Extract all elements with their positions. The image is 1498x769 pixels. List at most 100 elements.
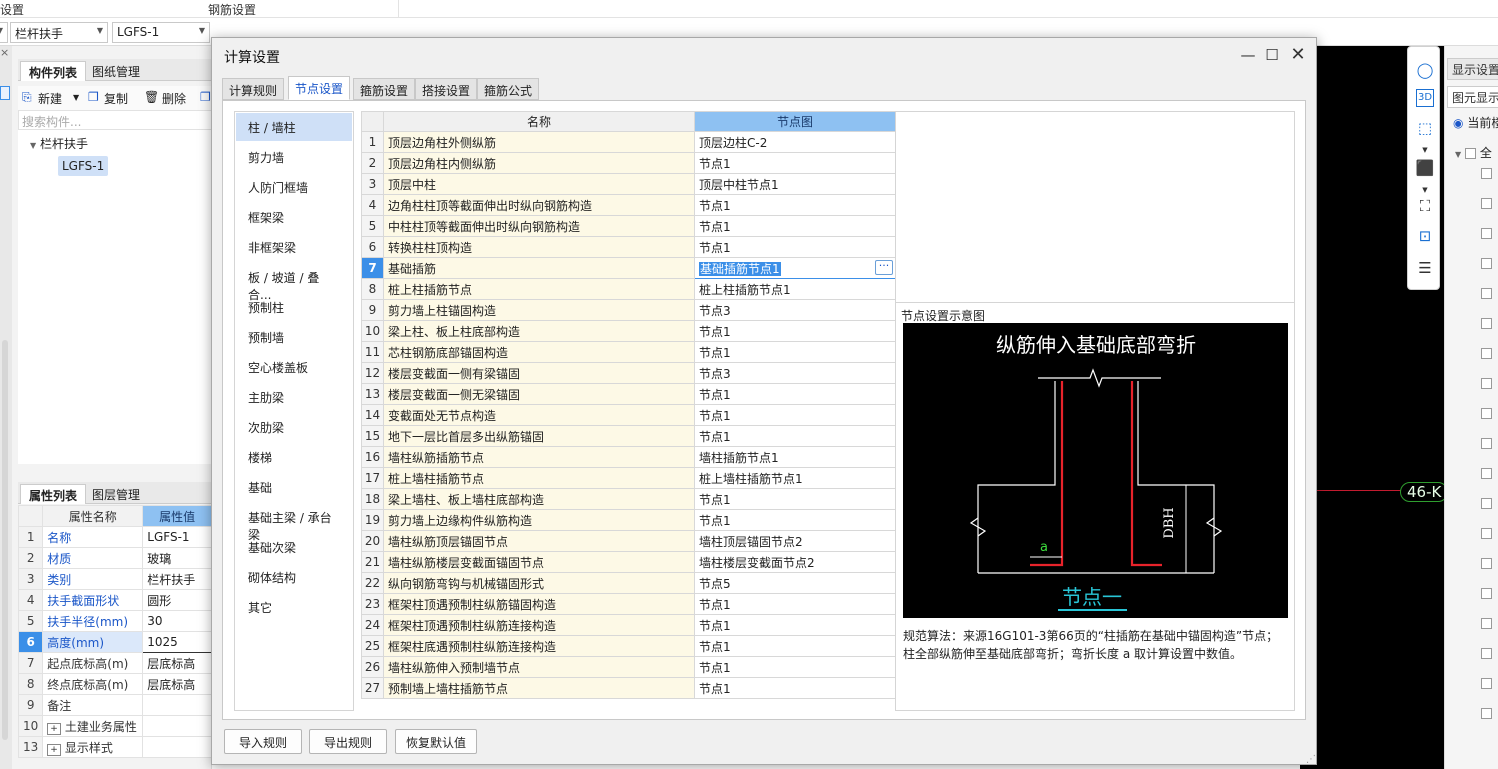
layer-checkbox[interactable] (1481, 378, 1492, 389)
node-diagram-value[interactable]: 节点1 (694, 425, 896, 447)
category-item[interactable]: 人防门框墙 (236, 173, 352, 201)
cube-solid-icon[interactable]: ⬛ (1414, 157, 1436, 179)
property-row[interactable]: 1 名称 LGFS-1 (17, 526, 212, 548)
property-value[interactable]: 玻璃 (142, 547, 212, 569)
tree-root-all[interactable]: ▼ 全 (1455, 144, 1492, 161)
node-diagram-value[interactable]: 节点1 (694, 635, 896, 657)
property-value[interactable]: 圆形 (142, 589, 212, 611)
ellipsis-button[interactable]: ··· (875, 260, 893, 275)
node-diagram-value[interactable]: 节点1 (694, 341, 896, 363)
grid-row[interactable]: 11 芯柱钢筋底部锚固构造 节点1 (361, 341, 896, 363)
layer-checkbox[interactable] (1481, 588, 1492, 599)
node-diagram-value[interactable]: 墙柱顶层锚固节点2 (694, 530, 896, 552)
category-item[interactable]: 基础次梁 (236, 533, 352, 561)
layer-checkbox[interactable] (1481, 318, 1492, 329)
grid-row[interactable]: 9 剪力墙上柱锚固构造 节点3 (361, 299, 896, 321)
layer-checkbox[interactable] (1481, 258, 1492, 269)
layer-checkbox[interactable] (1481, 408, 1492, 419)
category-item[interactable]: 基础 (236, 473, 352, 501)
property-row[interactable]: 8 终点底标高(m) 层底标高 (17, 673, 212, 695)
node-diagram-value[interactable]: 节点1 (694, 320, 896, 342)
tab-display-settings[interactable]: 显示设置 (1447, 58, 1498, 80)
node-value-editor[interactable]: 基础插筋节点1 (699, 261, 781, 276)
property-row[interactable]: 7 起点底标高(m) 层底标高 (17, 652, 212, 674)
property-row[interactable]: 9 备注 (17, 694, 212, 716)
left-scrollbar[interactable] (2, 340, 8, 740)
property-row[interactable]: 2 材质 玻璃 (17, 547, 212, 569)
new-button[interactable]: 新建 (38, 90, 62, 107)
layer-checkbox[interactable] (1481, 558, 1492, 569)
layer-checkbox[interactable] (1481, 678, 1492, 689)
expand-plus-icon[interactable]: + (47, 722, 61, 735)
node-diagram-value[interactable]: 节点1 (694, 509, 896, 531)
component-name-combo[interactable]: LGFS-1 ▼ (112, 22, 210, 43)
property-group[interactable]: + 土建业务属性 (42, 715, 144, 737)
layer-checkbox[interactable] (1481, 288, 1492, 299)
grid-row[interactable]: 4 边角柱柱顶等截面伸出时纵向钢筋构造 节点1 (361, 194, 896, 216)
grid-row[interactable]: 2 顶层边角柱内侧纵筋 节点1 (361, 152, 896, 174)
grid-row[interactable]: 17 桩上墙柱插筋节点 桩上墙柱插筋节点1 (361, 467, 896, 489)
layer-checkbox[interactable] (1481, 438, 1492, 449)
tab-calc-rules[interactable]: 计算规则 (222, 78, 285, 100)
node-diagram-value[interactable]: 节点1 (694, 614, 896, 636)
category-item[interactable]: 主肋梁 (236, 383, 352, 411)
current-floor-radio[interactable]: ◉ 当前楼 (1453, 114, 1498, 131)
node-diagram-value[interactable]: 顶层边柱C-2 (694, 131, 896, 153)
node-diagram-value[interactable]: 节点1 (694, 215, 896, 237)
grid-row[interactable]: 23 框架柱顶遇预制柱纵筋锚固构造 节点1 (361, 593, 896, 615)
orbit-icon[interactable]: ◯ (1414, 59, 1436, 81)
node-diagram-value[interactable]: 节点5 (694, 572, 896, 594)
close-icon[interactable]: × (0, 46, 9, 59)
category-item[interactable]: 基础主梁 / 承台梁 (236, 503, 352, 542)
grid-row-selected[interactable]: 7 基础插筋 基础插筋节点1 ··· (361, 257, 896, 279)
property-value[interactable]: 栏杆扶手 (142, 568, 212, 590)
property-row-selected[interactable]: 6 高度(mm) 1025 (17, 631, 212, 653)
property-value-editor[interactable]: 1025 (142, 631, 212, 653)
node-diagram-value[interactable]: 节点1 (694, 488, 896, 510)
node-diagram-value[interactable]: 墙柱插筋节点1 (694, 446, 896, 468)
node-diagram-value[interactable]: 桩上柱插筋节点1 (694, 278, 896, 300)
category-item[interactable]: 预制柱 (236, 293, 352, 321)
node-diagram-value[interactable]: 顶层中柱节点1 (694, 173, 896, 195)
layer-checkbox[interactable] (1481, 348, 1492, 359)
property-value[interactable] (142, 694, 212, 716)
grid-row[interactable]: 14 变截面处无节点构造 节点1 (361, 404, 896, 426)
node-diagram-value[interactable]: 墙柱楼层变截面节点2 (694, 551, 896, 573)
node-diagram-value[interactable]: 节点1 (694, 194, 896, 216)
grid-row[interactable]: 22 纵向钢筋弯钩与机械锚固形式 节点5 (361, 572, 896, 594)
grid-row[interactable]: 5 中柱柱顶等截面伸出时纵向钢筋构造 节点1 (361, 215, 896, 237)
close-button[interactable]: ✕ (1284, 43, 1312, 67)
category-item[interactable]: 空心楼盖板 (236, 353, 352, 381)
layer-checkbox[interactable] (1481, 648, 1492, 659)
chevron-down-icon[interactable]: ▼ (73, 93, 79, 102)
tab-stirrup-settings[interactable]: 箍筋设置 (353, 78, 416, 100)
import-rules-button[interactable]: 导入规则 (224, 729, 303, 754)
grid-row[interactable]: 6 转换柱柱顶构造 节点1 (361, 236, 896, 258)
grid-row[interactable]: 3 顶层中柱 顶层中柱节点1 (361, 173, 896, 195)
layer-checkbox[interactable] (1481, 708, 1492, 719)
property-value[interactable]: 30 (142, 610, 212, 632)
property-group-row[interactable]: 10 + 土建业务属性 (17, 715, 212, 737)
layer-checkbox[interactable] (1481, 498, 1492, 509)
layer-checkbox[interactable] (1481, 168, 1492, 179)
node-diagram-value[interactable]: 节点1 (694, 404, 896, 426)
property-value[interactable]: LGFS-1 (142, 526, 212, 548)
grid-row[interactable]: 21 墙柱纵筋楼层变截面锚固节点 墙柱楼层变截面节点2 (361, 551, 896, 573)
tab-element-display[interactable]: 图元显示 (1447, 86, 1498, 108)
category-item[interactable]: 板 / 坡道 / 叠合... (236, 263, 352, 302)
category-item[interactable]: 其它 (236, 593, 352, 621)
category-item[interactable]: 楼梯 (236, 443, 352, 471)
cube-icon[interactable]: ⬚ (1414, 117, 1436, 139)
grid-row[interactable]: 15 地下一层比首层多出纵筋锚固 节点1 (361, 425, 896, 447)
component-type-combo[interactable]: 栏杆扶手 ▼ (10, 22, 108, 43)
property-row[interactable]: 4 扶手截面形状 圆形 (17, 589, 212, 611)
axis-label[interactable]: 46-K (1400, 482, 1449, 502)
expand-icon[interactable]: ▼ (30, 141, 36, 150)
floor-combo[interactable]: ▼ (0, 22, 8, 43)
property-value[interactable]: 层底标高 (142, 673, 212, 695)
category-item[interactable]: 砌体结构 (236, 563, 352, 591)
box-icon[interactable]: ⊡ (1414, 225, 1436, 247)
node-diagram-value[interactable]: 节点1 (694, 593, 896, 615)
expand-icon[interactable]: ▼ (1455, 150, 1461, 159)
property-group-row[interactable]: 13 + 显示样式 (17, 736, 212, 758)
